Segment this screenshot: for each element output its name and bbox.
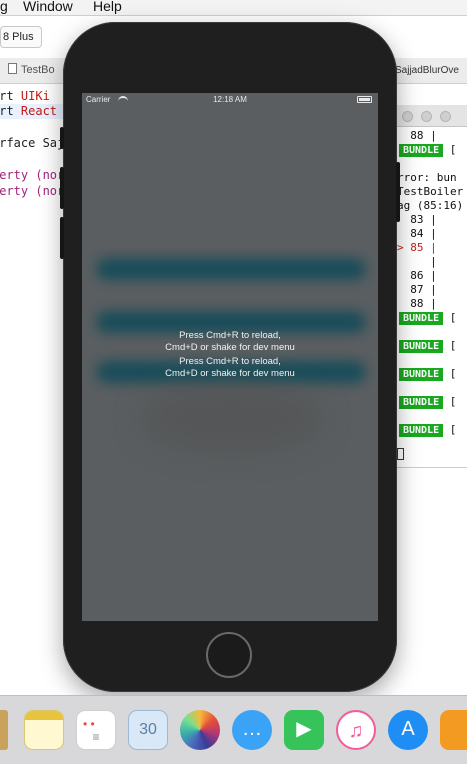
tab-file-sajjad[interactable]: SajjadBlurOve	[395, 65, 459, 76]
terminal-line: |	[397, 255, 437, 268]
itunes-glyph: ♫	[348, 720, 364, 742]
minimize-button[interactable]	[421, 111, 432, 122]
file-icon	[8, 63, 17, 74]
dev-message-duplicate: Press Cmd+R to reload, Cmd+D or shake fo…	[82, 356, 378, 380]
menu-bar: g Window Help	[0, 0, 467, 16]
dev-message: Press Cmd+R to reload, Cmd+D or shake fo…	[82, 330, 378, 354]
blur-overlay	[142, 383, 322, 453]
dev-message-line1: Press Cmd+R to reload,	[179, 330, 281, 341]
terminal-line: 86 |	[397, 269, 437, 282]
code-token: UIKi	[20, 89, 50, 103]
bundle-badge: BUNDLE	[399, 396, 444, 409]
code-token: perty (nor	[0, 168, 65, 182]
terminal-line: 83 |	[397, 213, 437, 226]
terminal-line: TestBoiler	[397, 185, 464, 198]
terminal-bracket: [	[449, 339, 457, 352]
facetime-glyph: ▶	[296, 718, 312, 740]
bundle-badge: BUNDLE	[399, 424, 444, 437]
finder-partial-icon[interactable]	[0, 710, 8, 750]
scheme-label: 8 Plus	[3, 31, 34, 43]
bundle-badge: BUNDLE	[399, 312, 444, 325]
tab-file-testbo[interactable]: TestBo	[8, 63, 55, 76]
blurred-element	[96, 258, 366, 280]
app-store-glyph: A	[401, 718, 415, 740]
facetime-icon[interactable]: ▶	[284, 710, 324, 750]
zoom-button[interactable]	[440, 111, 451, 122]
mute-switch[interactable]	[60, 127, 64, 149]
ibooks-icon[interactable]	[440, 710, 467, 750]
terminal-line: 84 |	[397, 227, 437, 240]
terminal-line: BUNDLE [	[397, 311, 456, 325]
volume-down-button[interactable]	[60, 217, 64, 259]
ios-status-bar: Carrier 12:18 AM	[82, 93, 378, 107]
messages-icon[interactable]: …	[232, 710, 272, 750]
terminal-error-line: > 85 |	[397, 241, 437, 254]
battery-icon	[357, 96, 372, 103]
close-button[interactable]	[402, 111, 413, 122]
volume-up-button[interactable]	[60, 167, 64, 209]
code-line: ort UIKi	[0, 89, 50, 103]
terminal-cursor	[397, 448, 404, 460]
scheme-selector[interactable]: 8 Plus	[0, 26, 42, 48]
terminal-line: 87 |	[397, 283, 437, 296]
terminal-line: BUNDLE [	[397, 423, 456, 437]
photos-icon[interactable]	[180, 710, 220, 750]
preview-glyph: 30	[139, 721, 157, 738]
dev-message-line2: Cmd+D or shake for dev menu	[165, 342, 295, 353]
terminal-bracket: [	[449, 143, 457, 156]
notes-icon[interactable]	[24, 710, 64, 750]
terminal-bracket: [	[449, 367, 457, 380]
dev-message-line1: Press Cmd+R to reload,	[179, 356, 281, 367]
reminders-icon[interactable]: ≡	[76, 710, 116, 750]
simulator-screen[interactable]: Carrier 12:18 AM Press Cmd+R to reload, …	[82, 93, 378, 621]
terminal-line: 88 |	[397, 129, 437, 142]
home-button[interactable]	[206, 632, 252, 678]
terminal-bracket: [	[449, 311, 457, 324]
status-time: 12:18 AM	[213, 95, 247, 104]
app-store-icon[interactable]: A	[388, 710, 428, 750]
tab-label: TestBo	[21, 64, 55, 76]
packager-terminal[interactable]: 88 | BUNDLE [ rror: bun TestBoiler ag (8…	[396, 105, 467, 468]
terminal-cursor-line	[397, 448, 404, 463]
terminal-line: BUNDLE [	[397, 367, 456, 381]
itunes-icon[interactable]: ♫	[336, 710, 376, 750]
bundle-badge: BUNDLE	[399, 144, 444, 157]
terminal-titlebar	[397, 105, 467, 127]
iphone-simulator: Carrier 12:18 AM Press Cmd+R to reload, …	[60, 22, 400, 692]
terminal-line: ag (85:16)	[397, 199, 464, 212]
code-line: erface Saj	[0, 136, 65, 150]
preview-icon[interactable]: 30	[128, 710, 168, 750]
terminal-line: BUNDLE [	[397, 339, 456, 353]
menu-item-help[interactable]: Help	[93, 0, 122, 14]
terminal-line: BUNDLE [	[397, 395, 456, 409]
reminders-glyph: ≡	[92, 730, 100, 744]
menu-item-window[interactable]: Window	[23, 0, 73, 14]
terminal-line: 88 |	[397, 297, 437, 310]
code-line: perty (nor	[0, 168, 64, 182]
terminal-line: BUNDLE [	[397, 143, 456, 157]
code-line: perty (nor	[0, 184, 64, 198]
dev-message-line2: Cmd+D or shake for dev menu	[165, 368, 295, 379]
code-token: perty (nor	[0, 184, 65, 198]
code-line-highlighted: ort React	[0, 104, 72, 119]
terminal-line: rror: bun	[397, 171, 457, 184]
menu-item-partial[interactable]: g	[0, 0, 8, 14]
messages-glyph: …	[242, 718, 262, 740]
dock: ≡ 30 … ▶ ♫ A	[0, 695, 467, 764]
bundle-badge: BUNDLE	[399, 340, 444, 353]
terminal-bracket: [	[449, 423, 457, 436]
code-token: React	[20, 104, 58, 118]
power-button[interactable]	[396, 162, 400, 222]
terminal-bracket: [	[449, 395, 457, 408]
bundle-badge: BUNDLE	[399, 368, 444, 381]
